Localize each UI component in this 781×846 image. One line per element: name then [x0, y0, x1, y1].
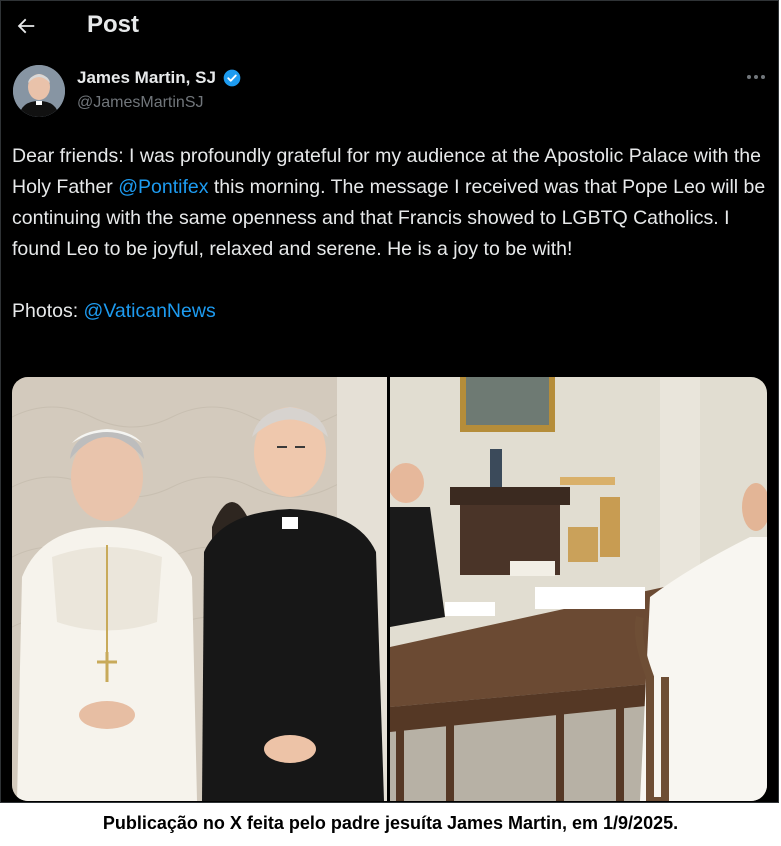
- top-bar: Post: [1, 1, 778, 53]
- author-handle[interactable]: @JamesMartinSJ: [77, 94, 204, 112]
- mention-vaticannews[interactable]: @VaticanNews: [84, 300, 216, 322]
- post-screen: Post James Martin, SJ @JamesMartinSJ Dea…: [0, 0, 779, 803]
- post-paragraph-2: Photos: @VaticanNews: [12, 300, 216, 322]
- photo-grid: [12, 377, 767, 801]
- more-horizontal-icon: [747, 75, 751, 79]
- author-name-text: James Martin, SJ: [77, 68, 216, 87]
- author-name[interactable]: James Martin, SJ: [77, 68, 242, 88]
- image-caption: Publicação no X feita pelo padre jesuíta…: [102, 813, 679, 833]
- page-title: Post: [87, 11, 140, 38]
- post-paragraph-1: Dear friends: I was profoundly grateful …: [12, 145, 766, 260]
- back-button[interactable]: [13, 13, 39, 39]
- photo-2[interactable]: [390, 377, 767, 801]
- verified-badge-icon: [223, 69, 241, 87]
- avatar[interactable]: [13, 65, 65, 117]
- post-text: Dear friends: I was profoundly grateful …: [12, 141, 772, 327]
- mention-pontifex[interactable]: @Pontifex: [118, 176, 208, 198]
- arrow-left-icon: [17, 18, 35, 34]
- photo-1[interactable]: [12, 377, 387, 801]
- more-options-button[interactable]: [743, 65, 769, 89]
